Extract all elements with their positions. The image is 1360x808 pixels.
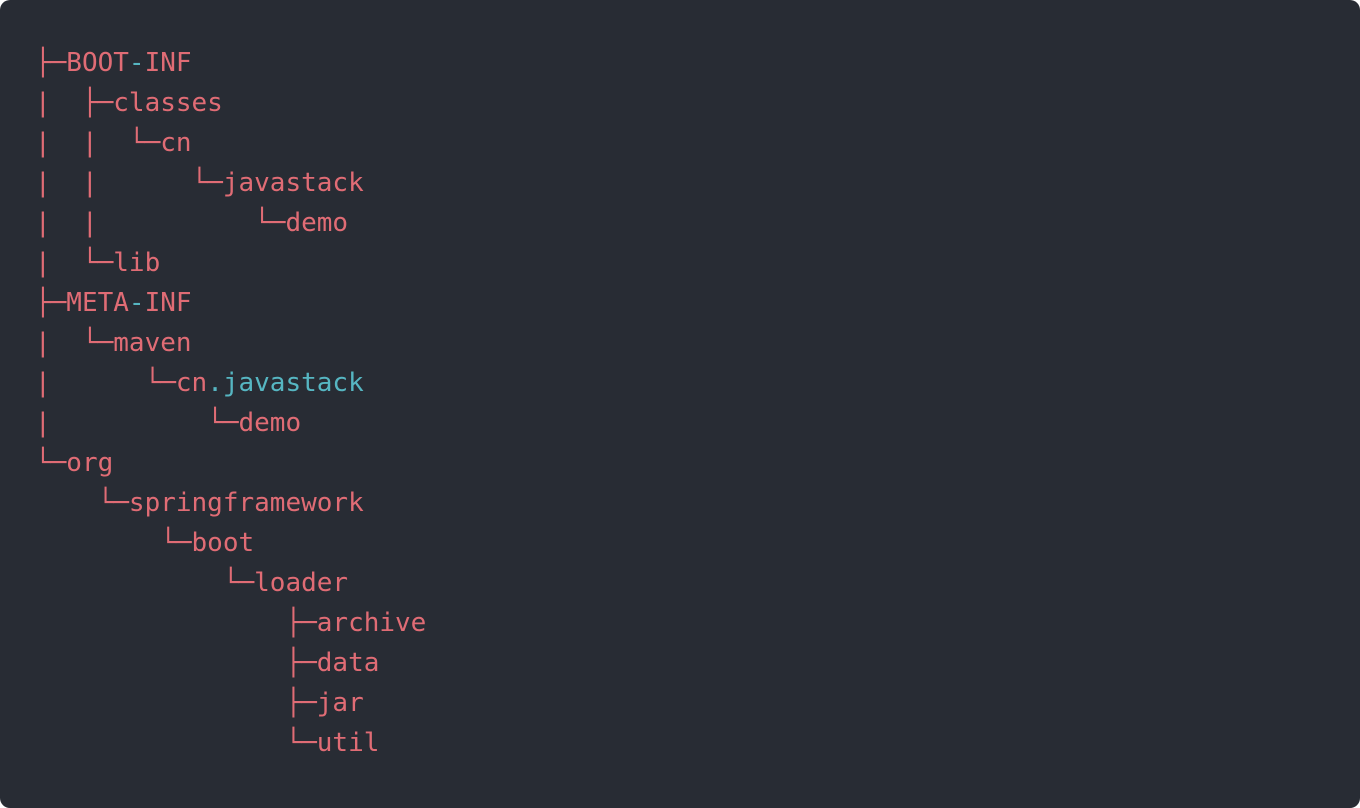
directory-tree-code-block: ├─BOOT-INF | ├─classes | | └─cn | | └─javas… xyxy=(0,0,1360,808)
path-token: | | └─cn xyxy=(35,128,192,158)
tree-line-boot: └─boot xyxy=(35,523,1360,563)
tree-line-loader: └─loader xyxy=(35,563,1360,603)
tree-line-lib: | └─lib xyxy=(35,243,1360,283)
tree-lines: ├─BOOT-INF | ├─classes | | └─cn | | └─javas… xyxy=(35,43,1360,763)
path-token: INF xyxy=(144,48,192,78)
tree-line-jar: ├─jar xyxy=(35,683,1360,723)
path-token: ├─archive xyxy=(35,608,427,638)
path-token: └─loader xyxy=(35,568,349,598)
tree-line-data: ├─data xyxy=(35,643,1360,683)
tree-line-cn-javastack: | └─cn.javastack xyxy=(35,363,1360,403)
separator-token: - xyxy=(128,48,145,78)
path-token: | └─demo xyxy=(35,408,302,438)
tree-line-javastack: | | └─javastack xyxy=(35,163,1360,203)
path-token: ├─META xyxy=(35,288,129,318)
tree-line-org: └─org xyxy=(35,443,1360,483)
tree-line-boot-inf: ├─BOOT-INF xyxy=(35,43,1360,83)
path-token: ├─BOOT xyxy=(35,48,129,78)
path-token: | ├─classes xyxy=(35,88,223,118)
tree-line-meta-inf: ├─META-INF xyxy=(35,283,1360,323)
path-token: └─boot xyxy=(35,528,255,558)
path-token: | └─cn xyxy=(35,368,208,398)
path-token: └─util xyxy=(35,728,380,758)
path-token: └─org xyxy=(35,448,114,478)
path-token: | | └─demo xyxy=(35,208,349,238)
path-token: INF xyxy=(144,288,192,318)
separator-token: - xyxy=(128,288,145,318)
path-token: | | └─javastack xyxy=(35,168,364,198)
tree-line-springframework: └─springframework xyxy=(35,483,1360,523)
path-token: ├─data xyxy=(35,648,380,678)
tree-line-maven: | └─maven xyxy=(35,323,1360,363)
tree-line-util: └─util xyxy=(35,723,1360,763)
tree-line-classes: | ├─classes xyxy=(35,83,1360,123)
tree-line-archive: ├─archive xyxy=(35,603,1360,643)
tree-line-cn: | | └─cn xyxy=(35,123,1360,163)
path-token: ├─jar xyxy=(35,688,364,718)
separator-token: .javastack xyxy=(207,368,364,398)
path-token: | └─maven xyxy=(35,328,192,358)
path-token: | └─lib xyxy=(35,248,161,278)
tree-line-maven-demo: | └─demo xyxy=(35,403,1360,443)
path-token: └─springframework xyxy=(35,488,364,518)
tree-line-demo: | | └─demo xyxy=(35,203,1360,243)
